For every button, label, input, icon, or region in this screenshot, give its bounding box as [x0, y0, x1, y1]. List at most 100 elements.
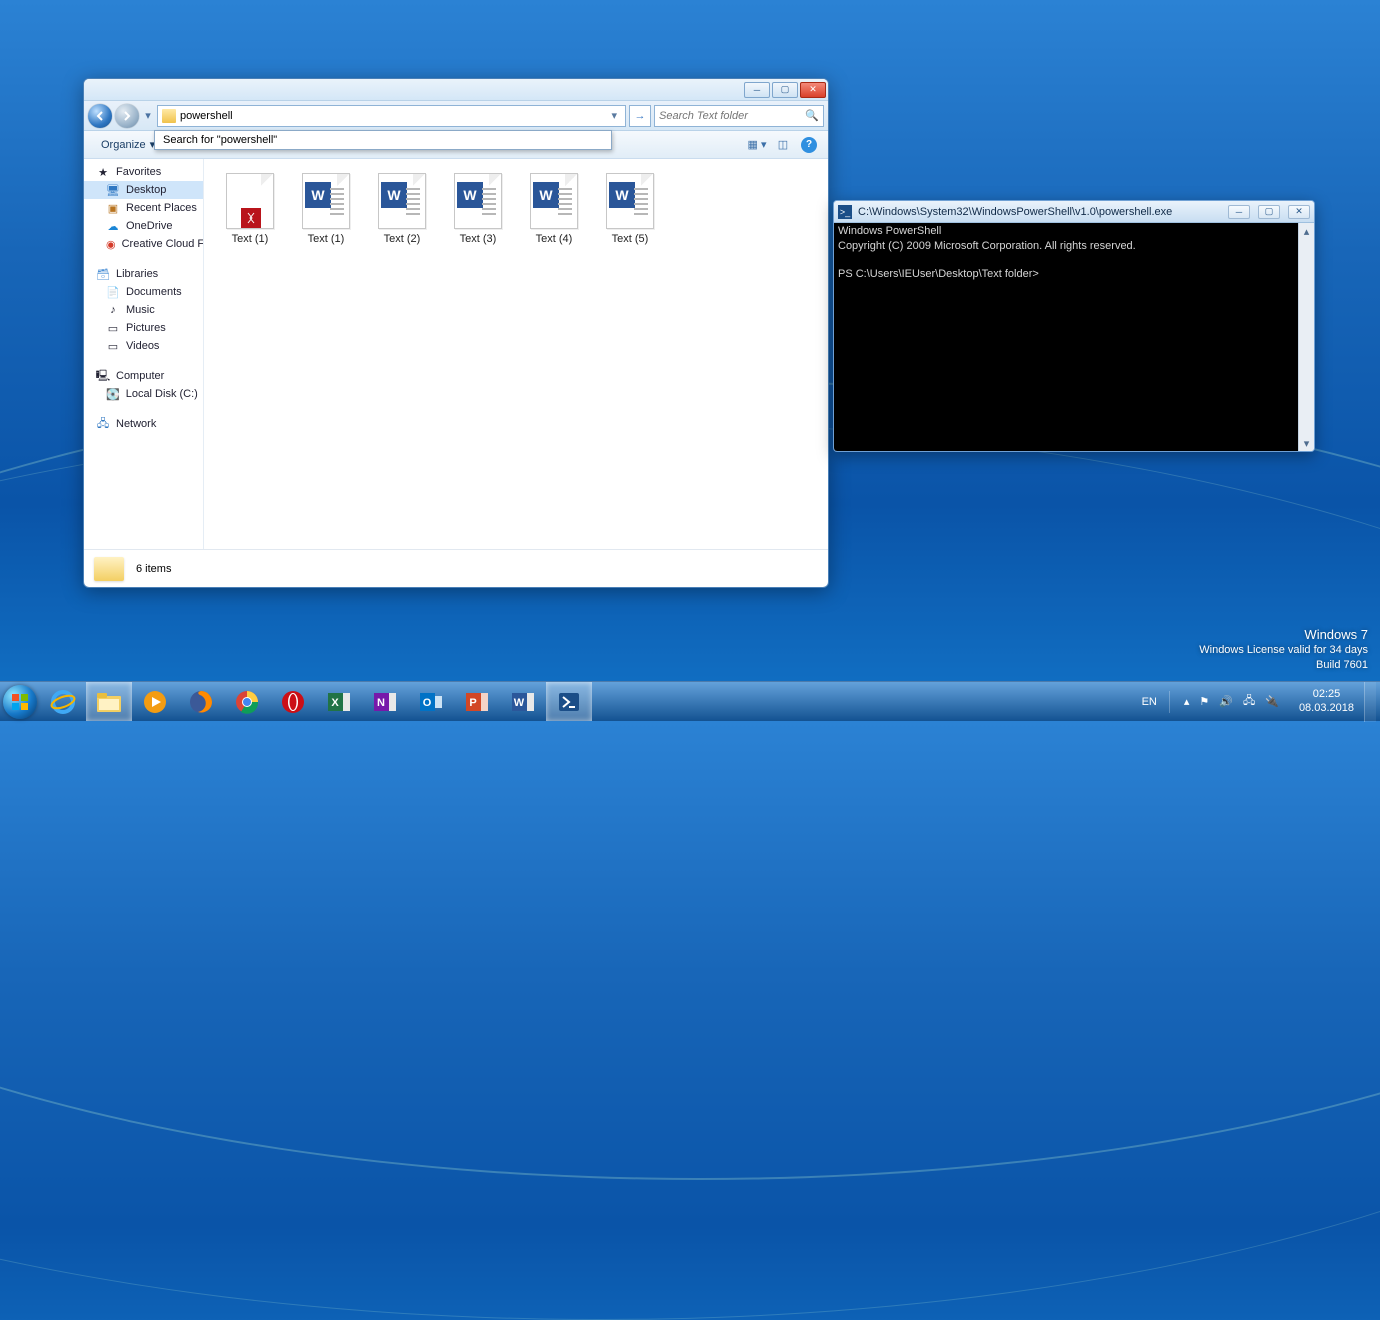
sidebar-item-onedrive[interactable]: ☁OneDrive [84, 217, 203, 235]
taskbar-item-outlook[interactable]: O [408, 682, 454, 721]
taskbar-item-onenote[interactable]: N [362, 682, 408, 721]
maximize-button[interactable]: ▢ [1258, 205, 1280, 219]
nav-history-dropdown[interactable]: ▾ [142, 109, 154, 122]
excel-icon: X [325, 688, 353, 716]
taskbar-item-powershell[interactable] [546, 682, 592, 721]
search-icon: 🔍 [805, 109, 819, 122]
scroll-down-icon[interactable]: ▾ [1299, 435, 1314, 451]
powerpoint-icon: P [463, 688, 491, 716]
preview-pane-button[interactable]: ◫ [772, 135, 794, 155]
sidebar-item-pictures[interactable]: ▭Pictures [84, 319, 203, 337]
sidebar-item-documents[interactable]: 📄Documents [84, 283, 203, 301]
sidebar-label: Videos [126, 340, 159, 352]
address-dropdown-icon[interactable]: ▾ [607, 109, 621, 122]
organize-label: Organize [101, 139, 146, 151]
powershell-icon [555, 688, 583, 716]
address-suggest-dropdown[interactable]: Search for "powershell" [154, 130, 612, 150]
file-list: Text (1) W Text (1) W Text (2) W Text (3… [204, 159, 828, 549]
taskbar-item-explorer[interactable] [86, 682, 132, 721]
address-bar-row: ▾ ▾ → 🔍 Search for "powershell" [84, 101, 828, 131]
file-name: Text (1) [288, 233, 364, 245]
sidebar-item-music[interactable]: ♪Music [84, 301, 203, 319]
favorites-group[interactable]: ★Favorites [84, 163, 203, 181]
svg-text:O: O [423, 697, 432, 709]
minimize-button[interactable]: ─ [744, 82, 770, 98]
terminal-output[interactable]: Windows PowerShell Copyright (C) 2009 Mi… [834, 223, 1298, 451]
explorer-icon [95, 688, 123, 716]
start-button[interactable] [0, 682, 40, 722]
status-bar: 6 items [84, 549, 828, 587]
help-icon: ? [801, 137, 817, 153]
close-button[interactable]: ✕ [800, 82, 826, 98]
sidebar-label: Documents [126, 286, 182, 298]
refresh-go-button[interactable]: → [629, 105, 651, 127]
word-icon: W [533, 182, 559, 208]
taskbar-item-chrome[interactable] [224, 682, 270, 721]
minimize-button[interactable]: ─ [1228, 205, 1250, 219]
taskbar-item-ie[interactable] [40, 682, 86, 721]
maximize-button[interactable]: ▢ [772, 82, 798, 98]
disk-icon: 💽 [106, 387, 120, 401]
window-title: C:\Windows\System32\WindowsPowerShell\v1… [858, 206, 1172, 218]
taskbar-item-excel[interactable]: X [316, 682, 362, 721]
search-box[interactable]: 🔍 [654, 105, 824, 127]
show-desktop-button[interactable] [1364, 682, 1376, 722]
scroll-up-icon[interactable]: ▴ [1299, 223, 1314, 239]
taskbar-item-powerpoint[interactable]: P [454, 682, 500, 721]
powershell-window: >_ C:\Windows\System32\WindowsPowerShell… [833, 200, 1315, 452]
sidebar-item-creative-cloud[interactable]: ◉Creative Cloud Files [84, 235, 203, 253]
view-options-button[interactable]: ▦ ▾ [746, 135, 768, 155]
file-item[interactable]: W Text (1) [288, 173, 364, 245]
sidebar-label: Desktop [126, 184, 166, 196]
sidebar-item-desktop[interactable]: 🖥Desktop [84, 181, 203, 199]
forward-button[interactable] [115, 104, 139, 128]
taskbar-item-mediaplayer[interactable] [132, 682, 178, 721]
sidebar-label: Creative Cloud Files [122, 238, 204, 250]
explorer-titlebar[interactable]: ─ ▢ ✕ [84, 79, 828, 101]
back-button[interactable] [88, 104, 112, 128]
word-icon: W [609, 182, 635, 208]
watermark-line: Build 7601 [1199, 658, 1368, 673]
close-button[interactable]: ✕ [1288, 205, 1310, 219]
scrollbar[interactable]: ▴ ▾ [1298, 223, 1314, 451]
file-item[interactable]: W Text (3) [440, 173, 516, 245]
powershell-icon: >_ [838, 205, 852, 219]
windows-logo-icon [3, 685, 37, 719]
file-item[interactable]: Text (1) [212, 173, 288, 245]
powershell-titlebar[interactable]: >_ C:\Windows\System32\WindowsPowerShell… [834, 201, 1314, 223]
sidebar-item-localdisk[interactable]: 💽Local Disk (C:) [84, 385, 203, 403]
suggest-row[interactable]: Search for "powershell" [155, 131, 611, 149]
file-item[interactable]: W Text (5) [592, 173, 668, 245]
network-group[interactable]: 🖧Network [84, 415, 203, 433]
address-input[interactable] [180, 110, 603, 122]
computer-group[interactable]: 🖳Computer [84, 367, 203, 385]
tray-chevron-up-icon[interactable]: ▴ [1184, 695, 1190, 708]
libraries-group[interactable]: 🗃Libraries [84, 265, 203, 283]
volume-icon[interactable]: 🔊 [1219, 695, 1233, 708]
sidebar-item-videos[interactable]: ▭Videos [84, 337, 203, 355]
file-name: Text (5) [592, 233, 668, 245]
recent-icon: ▣ [106, 201, 120, 215]
term-prompt: PS C:\Users\IEUser\Desktop\Text folder> [838, 268, 1039, 280]
pdf-icon [241, 208, 261, 228]
address-box[interactable]: ▾ [157, 105, 626, 127]
network-icon[interactable]: 🖧 [1243, 692, 1255, 711]
cloud-icon: ☁ [106, 219, 120, 233]
sidebar-item-recent[interactable]: ▣Recent Places [84, 199, 203, 217]
computer-icon: 🖳 [96, 369, 110, 383]
file-item[interactable]: W Text (4) [516, 173, 592, 245]
taskbar-clock[interactable]: 02:25 08.03.2018 [1289, 688, 1364, 714]
help-button[interactable]: ? [798, 135, 820, 155]
power-icon[interactable]: 🔌 [1265, 695, 1279, 708]
svg-text:P: P [469, 697, 476, 709]
sidebar-label: Network [116, 418, 156, 430]
action-center-icon[interactable]: ⚑ [1199, 695, 1209, 708]
taskbar-item-firefox[interactable] [178, 682, 224, 721]
language-indicator[interactable]: EN [1134, 696, 1165, 708]
file-item[interactable]: W Text (2) [364, 173, 440, 245]
taskbar-item-opera[interactable] [270, 682, 316, 721]
search-input[interactable] [659, 110, 805, 122]
taskbar-item-word[interactable]: W [500, 682, 546, 721]
file-name: Text (1) [212, 233, 288, 245]
watermark-line: Windows License valid for 34 days [1199, 643, 1368, 658]
